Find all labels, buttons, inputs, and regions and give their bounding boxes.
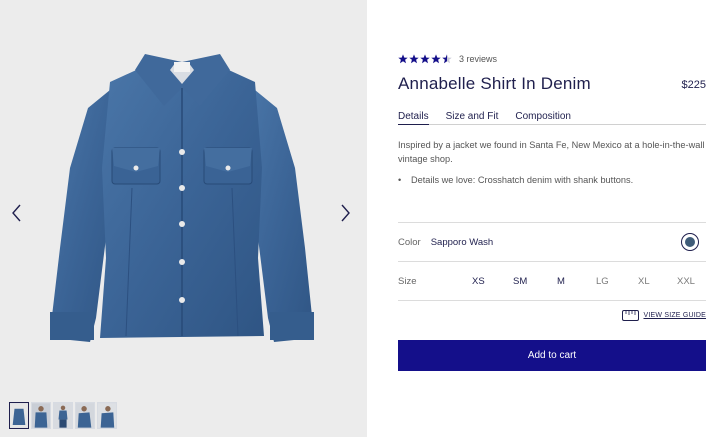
info-tabs: Details Size and Fit Composition bbox=[398, 111, 706, 125]
rating-row: 3 reviews bbox=[398, 54, 497, 64]
thumbnail-4[interactable] bbox=[75, 402, 95, 429]
divider bbox=[398, 222, 706, 223]
product-image bbox=[50, 54, 314, 342]
divider bbox=[398, 300, 706, 301]
star-icon bbox=[431, 54, 441, 64]
color-swatch-sapporo-wash[interactable] bbox=[681, 233, 699, 251]
product-title: Annabelle Shirt In Denim bbox=[398, 74, 591, 93]
thumbnail-5[interactable] bbox=[97, 402, 117, 429]
divider bbox=[398, 261, 706, 262]
tab-size-and-fit[interactable]: Size and Fit bbox=[446, 111, 499, 125]
thumbnail-strip bbox=[9, 402, 117, 429]
product-details-panel: 3 reviews Annabelle Shirt In Denim $225 … bbox=[398, 0, 706, 437]
size-option-xs[interactable]: XS bbox=[472, 276, 485, 287]
size-option-xl[interactable]: XL bbox=[638, 276, 650, 287]
size-option-lg[interactable]: LG bbox=[596, 276, 609, 287]
product-price: $225 bbox=[681, 79, 706, 91]
swatch-fill bbox=[685, 237, 695, 247]
size-label: Size bbox=[398, 276, 417, 287]
previous-image-button[interactable] bbox=[6, 199, 28, 227]
size-guide-link[interactable]: VIEW SIZE GUIDE bbox=[622, 310, 706, 321]
star-rating[interactable] bbox=[398, 54, 452, 64]
chevron-right-icon bbox=[341, 204, 350, 222]
chevron-left-icon bbox=[12, 204, 21, 222]
color-value: Sapporo Wash bbox=[430, 236, 494, 248]
star-icon bbox=[420, 54, 430, 64]
size-selector: Size XS SM M LG XL XXL bbox=[398, 273, 706, 289]
thumbnail-1[interactable] bbox=[9, 402, 29, 429]
color-label: Color bbox=[398, 236, 421, 248]
ruler-icon bbox=[622, 310, 640, 321]
thumbnail-3[interactable] bbox=[53, 402, 73, 429]
tab-composition[interactable]: Composition bbox=[515, 111, 571, 125]
star-icon bbox=[398, 54, 408, 64]
size-option-m[interactable]: M bbox=[557, 276, 565, 287]
half-star-icon bbox=[442, 54, 452, 64]
product-description: Inspired by a jacket we found in Santa F… bbox=[398, 140, 705, 164]
size-guide-text: VIEW SIZE GUIDE bbox=[643, 312, 706, 319]
product-gallery bbox=[0, 0, 367, 437]
size-option-sm[interactable]: SM bbox=[513, 276, 527, 287]
star-icon bbox=[409, 54, 419, 64]
thumbnail-2[interactable] bbox=[31, 402, 51, 429]
add-to-cart-button[interactable]: Add to cart bbox=[398, 340, 706, 371]
next-image-button[interactable] bbox=[334, 199, 356, 227]
detail-bullet-text: Details we love: Crosshatch denim with s… bbox=[411, 175, 634, 185]
size-option-xxl[interactable]: XXL bbox=[677, 276, 695, 287]
reviews-link[interactable]: 3 reviews bbox=[459, 54, 497, 64]
color-selector: Color Sapporo Wash bbox=[398, 232, 706, 252]
bullet-icon: • bbox=[398, 175, 402, 185]
detail-bullet: • Details we love: Crosshatch denim with… bbox=[398, 175, 633, 185]
tab-details[interactable]: Details bbox=[398, 111, 429, 125]
